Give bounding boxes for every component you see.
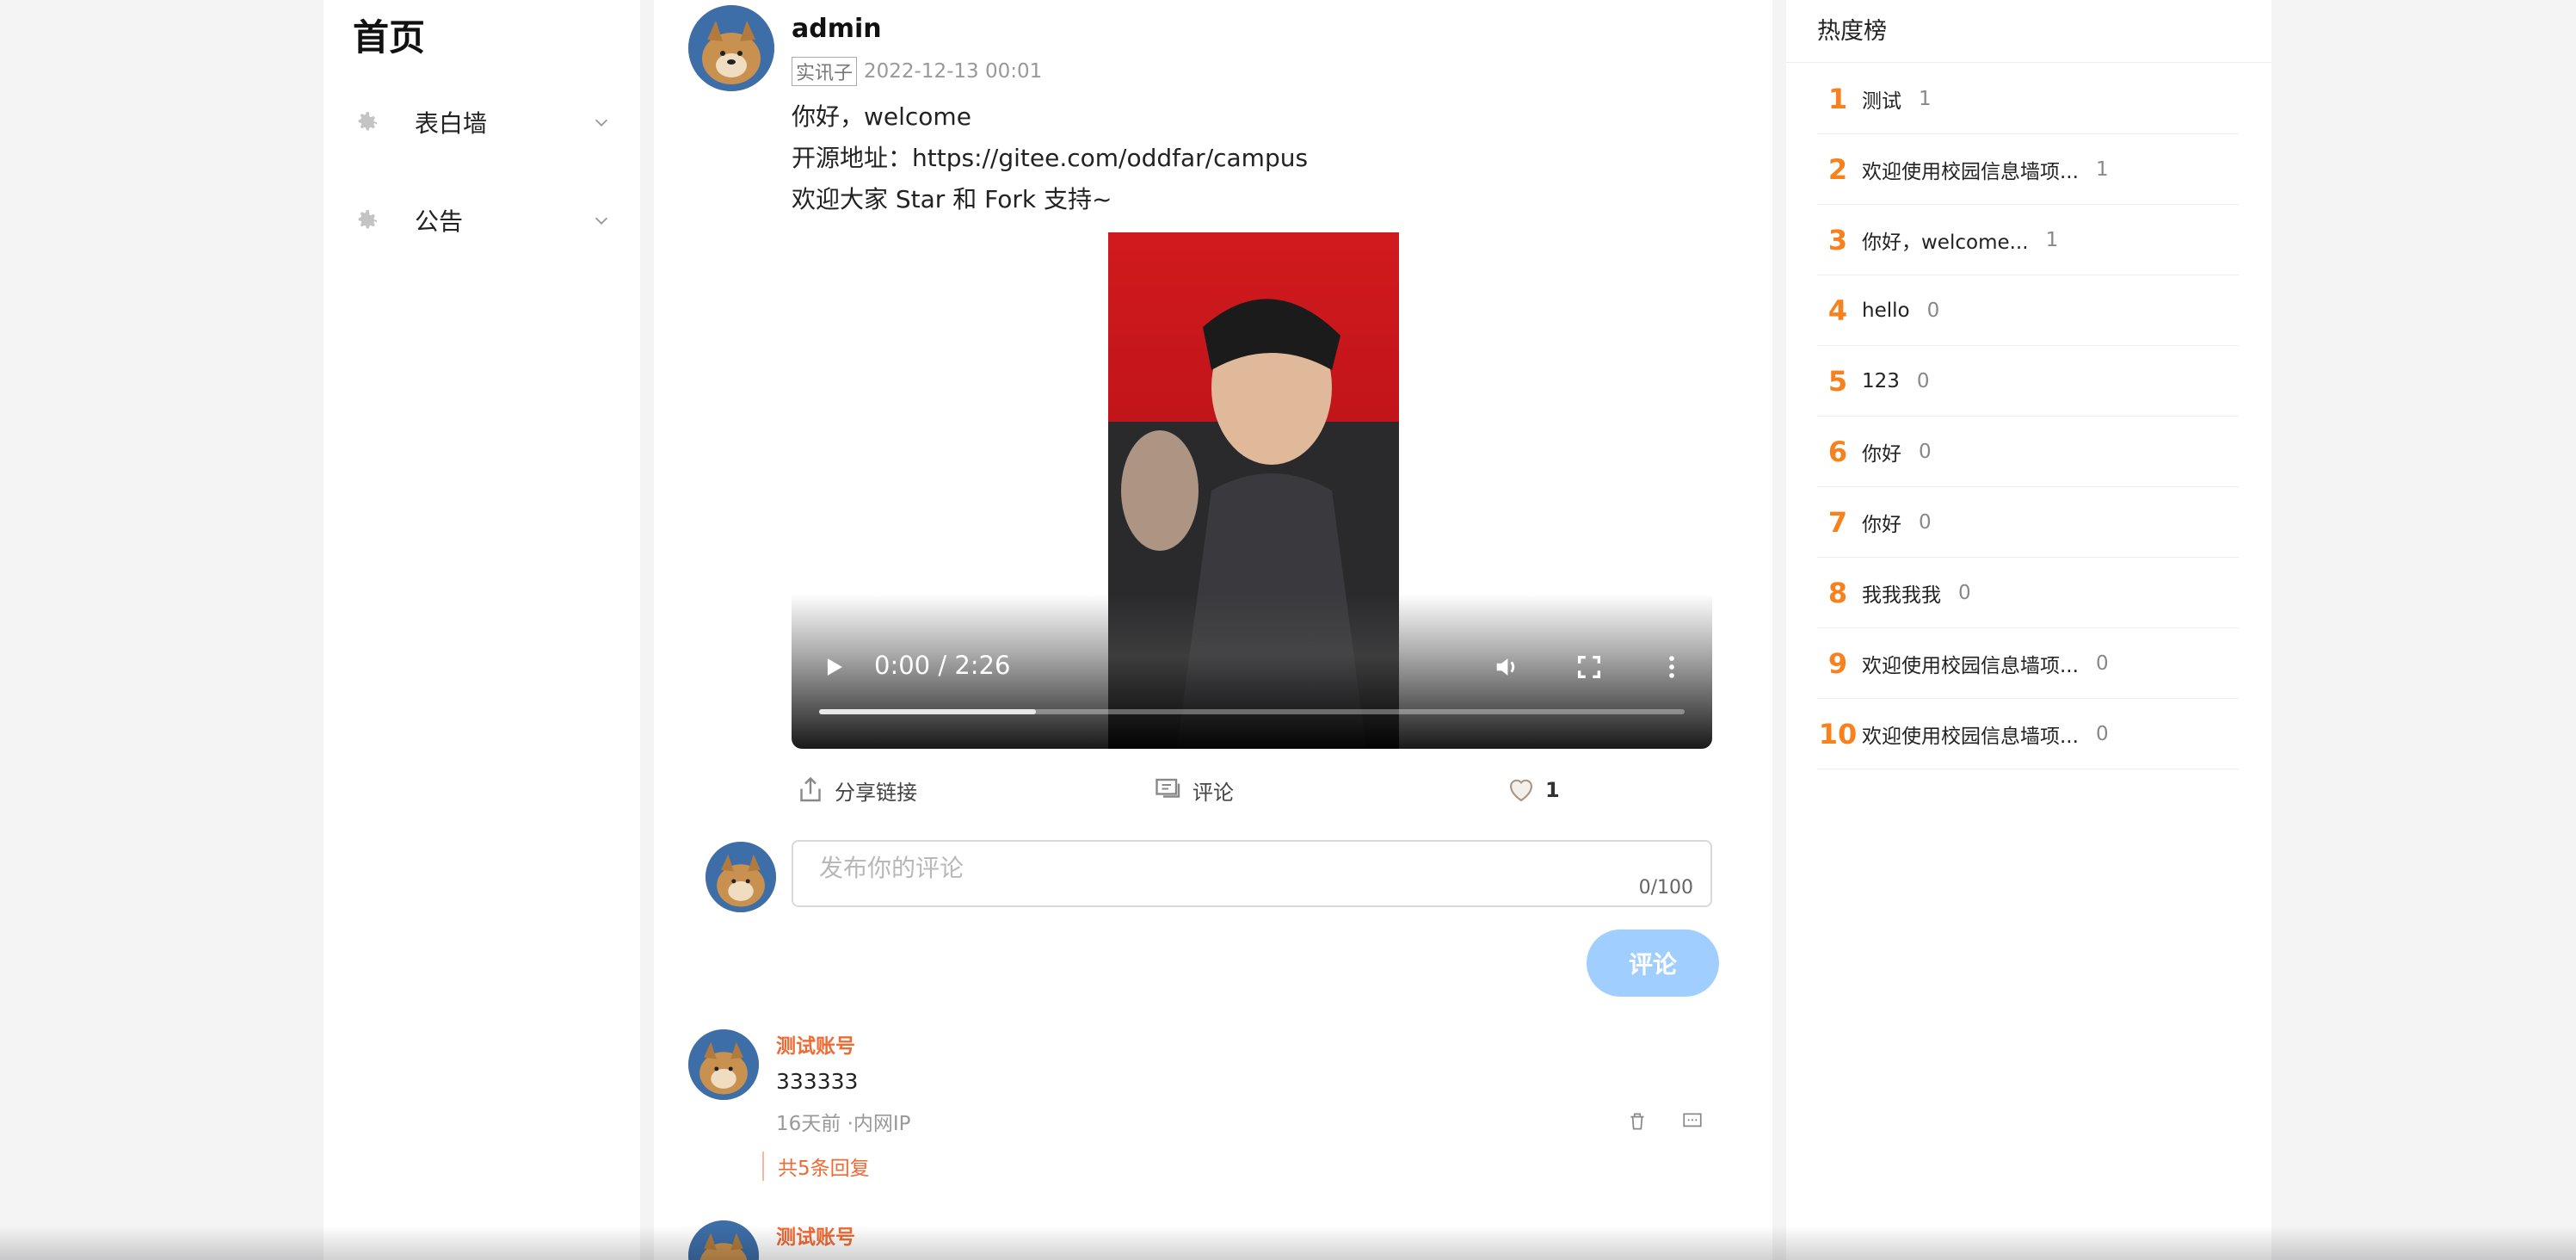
hot-item-title: 欢迎使用校园信息墙项... [1862,725,2079,748]
comment-icon [1156,778,1180,798]
post-feed: admin 实讯子 2022-12-13 00:01 你好，welcome 开源… [654,0,1772,1260]
hot-item-count: 1 [2045,228,2059,251]
chevron-down-icon [595,119,608,127]
comment-item: 测试账号 333333 16天前 ·内网IP 共5条回复 [688,1029,1721,1201]
hot-rank: 3 [1827,223,1848,256]
comment-action-button[interactable]: 评论 [1153,775,1234,806]
gear-icon [358,112,377,131]
comment-meta: 16天前 ·内网IP [776,1113,911,1135]
comment-item: 测试账号 [688,1220,1721,1260]
view-replies-link[interactable]: 共5条回复 [762,1152,870,1181]
post-line: 开源地址：https://gitee.com/oddfar/campus [792,144,1309,172]
hot-list-item[interactable]: 3 你好，welcome... 1 [1817,205,2239,275]
comment-username[interactable]: 测试账号 [776,1029,855,1059]
hot-list-item[interactable]: 8 我我我我 0 [1817,558,2239,628]
post-line: 欢迎大家 Star 和 Fork 支持~ [792,185,1112,213]
fullscreen-icon[interactable] [1575,652,1604,682]
video-time: 0:00 / 2:26 [874,651,1011,680]
like-button[interactable]: 1 [1506,775,1560,806]
video-progress-fill [819,709,1036,714]
submit-comment-button[interactable]: 评论 [1587,930,1719,997]
hot-item-title: 测试 [1862,90,1901,113]
post-line: 你好，welcome [792,102,971,131]
hot-rank: 4 [1827,293,1848,327]
heart-icon [1509,779,1533,802]
char-counter: 0/100 [1638,877,1693,899]
hot-list-item[interactable]: 1 测试 1 [1817,64,2239,134]
hot-list-item[interactable]: 4 hello 0 [1817,275,2239,346]
hot-rank: 10 [1818,717,1858,750]
hot-rank: 6 [1827,435,1848,468]
hot-list-item[interactable]: 10 欢迎使用校园信息墙项... 0 [1817,699,2239,769]
hot-list-title: 热度榜 [1817,18,1887,45]
hot-item-title: 你好 [1862,442,1901,466]
chevron-down-icon [595,217,608,225]
hot-item-count: 1 [1919,87,1932,110]
hot-item-count: 0 [2095,722,2109,745]
comment-input[interactable] [793,850,1710,885]
hot-item-count: 1 [2095,158,2109,181]
hot-rank: 8 [1827,576,1848,609]
hot-item-title: 欢迎使用校园信息墙项... [1862,654,2079,677]
avatar[interactable] [688,1220,759,1260]
comment-input-wrapper: 0/100 [792,840,1712,907]
hot-rank: 1 [1827,82,1848,115]
hot-list-item[interactable]: 5 123 0 [1817,346,2239,417]
hot-item-count: 0 [1919,440,1932,463]
page-title: 首页 [353,16,426,59]
sidebar-item-announcement[interactable]: 公告 [353,195,611,246]
like-count: 1 [1545,778,1560,802]
comment-text: 333333 [776,1069,859,1094]
play-icon[interactable] [819,652,848,682]
sidebar-item-label: 公告 [415,207,464,236]
post-tag: 实讯子 [792,57,858,86]
hot-item-title: hello [1862,299,1910,322]
gear-icon [358,210,377,229]
comment-action-label: 评论 [1192,780,1234,805]
share-icon [800,776,821,802]
post-time: 2022-12-13 00:01 [864,60,1043,83]
share-link-label: 分享链接 [835,780,917,805]
hot-item-count: 0 [1919,510,1932,534]
hot-rank: 5 [1827,364,1848,398]
post-meta: 实讯子 2022-12-13 00:01 [792,57,1042,86]
hot-item-count: 0 [1958,581,1971,604]
hot-rank: 7 [1827,505,1848,539]
hot-item-title: 你好 [1862,513,1901,536]
hot-list-item[interactable]: 6 你好 0 [1817,417,2239,487]
sidebar-item-label: 表白墙 [415,109,488,138]
hot-rank: 9 [1827,646,1848,680]
avatar[interactable] [688,5,774,91]
hot-list-item[interactable]: 7 你好 0 [1817,487,2239,558]
video-progress-bar[interactable] [819,709,1685,714]
hot-item-count: 0 [1926,299,1940,322]
avatar [706,842,776,912]
more-options-icon[interactable] [1657,652,1686,682]
sidebar-item-confession-wall[interactable]: 表白墙 [353,96,611,148]
post-username[interactable]: admin [792,14,882,44]
comment-username[interactable]: 测试账号 [776,1220,855,1250]
video-player[interactable]: 0:00 / 2:26 [792,232,1712,749]
hot-item-title: 我我我我 [1862,584,1941,607]
avatar[interactable] [688,1029,759,1100]
post-actions: 分享链接 评论 1 [792,775,1712,818]
hot-item-title: 123 [1862,369,1900,392]
trash-icon[interactable] [1626,1110,1649,1133]
sidebar: 首页 表白墙 公告 [324,0,640,1260]
reply-icon[interactable] [1681,1110,1704,1133]
hot-rank: 2 [1827,152,1848,186]
hot-item-count: 0 [2095,652,2109,675]
hot-list-item[interactable]: 9 欢迎使用校园信息墙项... 0 [1817,628,2239,699]
hot-item-count: 0 [1916,369,1930,392]
hot-item-title: 欢迎使用校园信息墙项... [1862,160,2079,183]
hot-item-title: 你好，welcome... [1862,231,2029,254]
volume-icon[interactable] [1492,652,1521,682]
hot-list-panel: 热度榜 1 测试 1 2 欢迎使用校园信息墙项... 1 3 你好，welcome... 1 4 h… [1786,0,2271,1260]
divider [1786,62,2271,63]
hot-list-item[interactable]: 2 欢迎使用校园信息墙项... 1 [1817,134,2239,205]
share-link-button[interactable]: 分享链接 [795,775,917,806]
